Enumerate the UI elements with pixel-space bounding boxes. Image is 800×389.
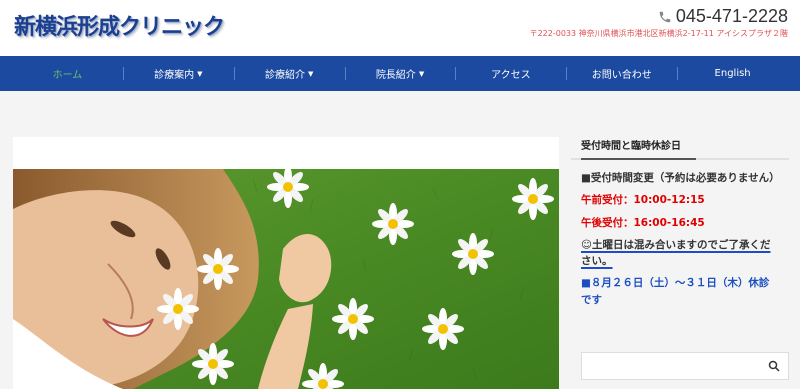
phone-text: 045-471-2228 bbox=[675, 6, 788, 26]
hero-image bbox=[13, 169, 559, 389]
nav-item-access[interactable]: アクセス bbox=[455, 56, 566, 91]
site-logo[interactable]: 新横浜形成クリニック bbox=[14, 9, 225, 41]
hero-photo-illustration bbox=[13, 169, 559, 389]
nav-item-label: 院長紹介 bbox=[375, 70, 416, 81]
nav-item-label: 診療案内 bbox=[154, 70, 195, 81]
morning-hours: 午前受付：10:00-12:15 bbox=[581, 194, 705, 207]
search-box bbox=[581, 352, 789, 380]
chevron-down-icon: ▼ bbox=[197, 69, 203, 78]
site-header: 新横浜形成クリニック 045-471-2228 〒222-0033 神奈川県横浜… bbox=[0, 0, 800, 56]
chevron-down-icon: ▼ bbox=[418, 69, 425, 78]
main-content bbox=[13, 137, 559, 389]
main-nav: ホーム 診療案内 ▼ 診療紹介 ▼ 院長紹介 ▼ アクセス お問い合わせ Englis… bbox=[0, 56, 800, 91]
nav-item-label: アクセス bbox=[491, 70, 531, 81]
saturday-notice: ☺土曜日は混み合いますのでご了承ください。 bbox=[581, 238, 771, 268]
clinic-address: 〒222-0033 神奈川県横浜市港北区新横浜2-17-11 アイシスプラザ２階 bbox=[529, 29, 788, 38]
nav-item-director[interactable]: 院長紹介 ▼ bbox=[344, 56, 456, 91]
phone-number[interactable]: 045-471-2228 bbox=[658, 6, 788, 27]
nav-item-services[interactable]: 診療案内 ▼ bbox=[122, 56, 234, 91]
nav-item-home[interactable]: ホーム bbox=[12, 56, 123, 91]
sidebar-title: 受付時間と臨時休診日 bbox=[571, 122, 789, 160]
nav-item-label: ホーム bbox=[52, 70, 83, 81]
holiday-notice: ■８月２６日（土）～３１日（木）休診です bbox=[581, 277, 770, 306]
phone-icon bbox=[659, 11, 671, 22]
nav-item-contact[interactable]: お問い合わせ bbox=[566, 56, 677, 91]
nav-item-english[interactable]: English bbox=[677, 56, 788, 91]
notice-body: ■受付時間変更（予約は必要ありません） 午前受付：10:00-12:15 午後受… bbox=[571, 160, 789, 308]
nav-item-label: 診療紹介 bbox=[264, 70, 305, 81]
search-input[interactable] bbox=[582, 353, 762, 379]
sidebar: 受付時間と臨時休診日 ■受付時間変更（予約は必要ありません） 午前受付：10:0… bbox=[571, 122, 789, 389]
notice-line: ■受付時間変更（予約は必要ありません） bbox=[581, 172, 780, 184]
afternoon-hours: 午後受付：16:00-16:45 bbox=[581, 216, 705, 229]
nav-item-label: English bbox=[714, 68, 751, 79]
nav-item-treatments[interactable]: 診療紹介 ▼ bbox=[233, 56, 345, 91]
nav-item-label: お問い合わせ bbox=[591, 70, 652, 81]
search-icon[interactable] bbox=[768, 360, 780, 372]
chevron-down-icon: ▼ bbox=[307, 69, 314, 78]
